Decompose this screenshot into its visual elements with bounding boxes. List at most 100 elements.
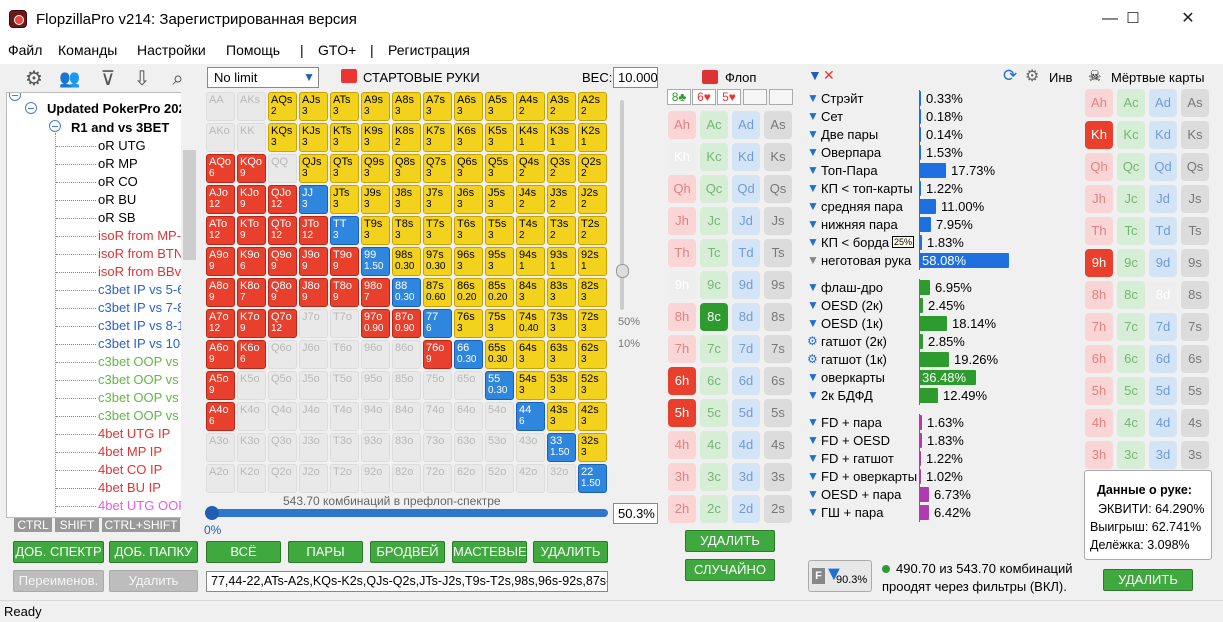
filter-row[interactable]: ⚙ гатшот (1к) 19.26% [806,351,1021,369]
hand-cell[interactable]: Q2s 2 [578,154,607,183]
hand-cell[interactable]: ATs 3 [330,92,359,121]
flop-delete-button[interactable]: УДАЛИТЬ [685,530,775,552]
hand-cell[interactable]: J5s 3 [485,185,514,214]
hand-cell[interactable]: A3s 2 [547,92,576,121]
flop-card-7h[interactable]: 7h [668,335,696,363]
invert-label[interactable]: Инв [1049,70,1072,85]
filter-row[interactable]: ▼ КП < топ-карты 1.22% [806,180,1021,198]
dead-card-5c[interactable]: 5c [1117,377,1145,405]
filter-row[interactable]: ▼ Топ-Пара 17.73% [806,162,1021,180]
tree-item[interactable]: oR SB [98,210,136,225]
dead-card-9h[interactable]: 9h [1085,249,1113,277]
flop-card-qc[interactable]: Qc [700,175,728,203]
add-range-button[interactable]: ДОБ. СПЕКТР [13,541,104,563]
hand-cell[interactable]: 82o [392,464,421,493]
flop-card-kh[interactable]: Kh [668,143,696,171]
dead-card-6s[interactable]: 6s [1181,345,1209,373]
dead-card-jh[interactable]: Jh [1085,185,1113,213]
dead-card-7c[interactable]: 7c [1117,313,1145,341]
filter-icon[interactable]: ▼ [807,415,819,429]
hand-cell[interactable]: 76o 9 [423,340,452,369]
dead-card-4h[interactable]: 4h [1085,409,1113,437]
hand-cell[interactable]: AQo 6 [206,154,235,183]
hand-cell[interactable]: 75o [423,371,452,400]
hand-cell[interactable]: K3o [237,433,266,462]
flop-card-jc[interactable]: Jc [700,207,728,235]
filter-row[interactable]: ▼ OESD + пара 6.73% [806,486,1021,504]
hand-cell[interactable]: T2s 2 [578,216,607,245]
hand-cell[interactable]: 97o 0.90 [361,309,390,338]
flop-card-ad[interactable]: Ad [732,111,760,139]
filter-row[interactable]: ▼ КП < борда 25% 1.83% [806,234,1021,252]
filter-icon[interactable]: ▼ [807,469,819,483]
hand-cell[interactable]: 84o [392,402,421,431]
hand-cell[interactable]: JTs 3 [330,185,359,214]
clear-filter-icon[interactable]: ✕ [823,67,835,84]
hand-cell[interactable]: 83o [392,433,421,462]
hand-cell[interactable]: J5o [299,371,328,400]
search-icon[interactable]: ⌕ [164,66,192,92]
hand-cell[interactable]: KTo 9 [237,216,266,245]
filter-icon[interactable]: ▼ [807,145,819,159]
hand-cell[interactable]: 85s 0.20 [485,278,514,307]
dead-card-qc[interactable]: Qc [1117,153,1145,181]
gear-icon[interactable]: ⚙ [807,334,818,348]
hand-cell[interactable]: T7s 3 [423,216,452,245]
dead-card-jc[interactable]: Jc [1117,185,1145,213]
hand-cell[interactable]: 52o [485,464,514,493]
flop-card-8h[interactable]: 8h [668,303,696,331]
hand-cell[interactable]: K3s 1 [547,123,576,152]
hand-cell[interactable]: 44 6 [516,402,545,431]
hand-cell[interactable]: KQo 9 [237,154,266,183]
dead-card-tc[interactable]: Tc [1117,217,1145,245]
tree-item[interactable]: 4bet UTG IP [98,426,170,441]
refresh-icon[interactable]: ⟳ [1003,66,1017,86]
filter-icon[interactable]: ▼ [807,388,819,402]
dead-card-js[interactable]: Js [1181,185,1209,213]
dead-card-4s[interactable]: 4s [1181,409,1209,437]
flop-card-3s[interactable]: 3s [764,463,792,491]
hand-cell[interactable]: 77 6 [423,309,452,338]
hand-cell[interactable]: Q7s 3 [423,154,452,183]
hand-cell[interactable]: 65s 0.30 [485,340,514,369]
filter-row[interactable]: ▼ FD + оверкарты 1.02% [806,468,1021,486]
hand-cell[interactable]: A4s 2 [516,92,545,121]
hand-cell[interactable]: J8o 9 [299,278,328,307]
menu-commands[interactable]: Команды [58,42,117,58]
hand-cell[interactable]: 97s 0.30 [423,247,452,276]
flop-card-2d[interactable]: 2d [732,495,760,523]
dead-card-td[interactable]: Td [1149,217,1177,245]
flop-card-7c[interactable]: 7c [700,335,728,363]
hand-cell[interactable]: T4s 2 [516,216,545,245]
hand-cell[interactable]: T6s 3 [454,216,483,245]
tree-item[interactable]: 4bet UTG OOP [98,498,187,513]
flop-card-9s[interactable]: 9s [764,271,792,299]
dead-card-qh[interactable]: Qh [1085,153,1113,181]
filter-row[interactable]: ▼ FD + OESD 1.83% [806,432,1021,450]
hand-cell[interactable]: 83s 3 [547,278,576,307]
tree-toggle[interactable] [25,102,37,114]
hand-cell[interactable]: T9s 3 [361,216,390,245]
hand-cell[interactable]: 54s 3 [516,371,545,400]
hand-cell[interactable]: 87s 0.60 [423,278,452,307]
hand-cell[interactable]: 63s 3 [547,340,576,369]
flop-card-9c[interactable]: 9c [700,271,728,299]
hand-cell[interactable]: 72s 3 [578,309,607,338]
hand-cell[interactable]: QQ [268,154,297,183]
flop-card-6h[interactable]: 6h [668,367,696,395]
add-folder-button[interactable]: ДОБ. ПАПКУ [109,541,198,563]
hand-cell[interactable]: A4o 6 [206,402,235,431]
flop-card-ks[interactable]: Ks [764,143,792,171]
flop-card-kc[interactable]: Kc [700,143,728,171]
filter-icon[interactable]: ▼ [807,199,819,213]
hand-cell[interactable]: 74o [423,402,452,431]
filter-icon[interactable]: ▼ [807,487,819,501]
flop-card-7d[interactable]: 7d [732,335,760,363]
flop-card-3h[interactable]: 3h [668,463,696,491]
tree-toggle[interactable] [9,93,21,101]
dead-card-qs[interactable]: Qs [1181,153,1209,181]
filter-icon[interactable]: ▼ [807,298,819,312]
filter-row[interactable]: ▼ Две пары 0.14% [806,126,1021,144]
hand-cell[interactable]: K2s 1 [578,123,607,152]
dead-card-kd[interactable]: Kd [1149,121,1177,149]
